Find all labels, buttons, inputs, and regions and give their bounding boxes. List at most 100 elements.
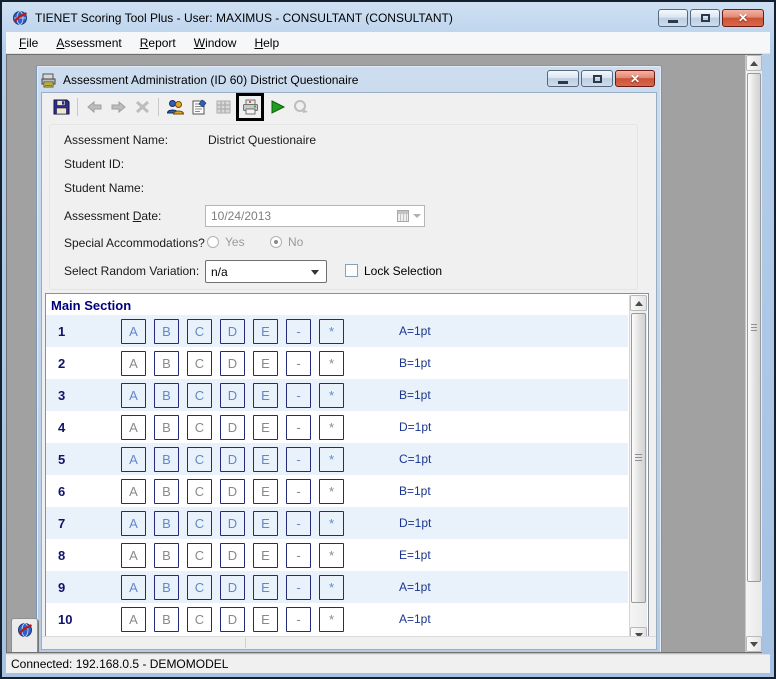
print-button[interactable] — [240, 97, 260, 117]
answer-button-dash[interactable]: - — [286, 383, 311, 408]
answer-button-dash[interactable]: - — [286, 543, 311, 568]
save-button[interactable] — [49, 95, 73, 119]
answer-button-e[interactable]: E — [253, 383, 278, 408]
answer-button-star[interactable]: * — [319, 319, 344, 344]
answer-button-dash[interactable]: - — [286, 479, 311, 504]
answer-button-c[interactable]: C — [187, 415, 212, 440]
answer-button-c[interactable]: C — [187, 543, 212, 568]
answer-button-dash[interactable]: - — [286, 511, 311, 536]
minimize-button[interactable] — [658, 9, 688, 27]
grid-scroll-thumb[interactable] — [631, 313, 646, 603]
answer-button-c[interactable]: C — [187, 607, 212, 632]
answer-button-a[interactable]: A — [121, 479, 146, 504]
mdi-scroll-thumb[interactable] — [747, 73, 761, 582]
accommodation-no-option[interactable]: No — [270, 235, 303, 249]
minimized-window-button[interactable] — [11, 618, 38, 653]
answer-button-dash[interactable]: - — [286, 447, 311, 472]
menu-assessment[interactable]: Assessment — [47, 33, 130, 53]
answer-button-star[interactable]: * — [319, 479, 344, 504]
random-variation-select[interactable]: n/a — [205, 260, 327, 283]
grid-scrollbar[interactable] — [629, 295, 647, 643]
answer-button-b[interactable]: B — [154, 351, 179, 376]
answer-button-a[interactable]: A — [121, 511, 146, 536]
answer-button-star[interactable]: * — [319, 575, 344, 600]
menu-window[interactable]: Window — [185, 33, 246, 53]
child-minimize-button[interactable] — [547, 70, 579, 87]
answer-button-dash[interactable]: - — [286, 319, 311, 344]
delete-button[interactable] — [130, 95, 154, 119]
child-close-button[interactable]: ✕ — [615, 70, 655, 87]
menu-help[interactable]: Help — [245, 33, 288, 53]
forward-button[interactable] — [106, 95, 130, 119]
grid-scroll-up-button[interactable] — [630, 295, 647, 311]
students-button[interactable] — [163, 95, 187, 119]
answer-button-c[interactable]: C — [187, 511, 212, 536]
answer-button-star[interactable]: * — [319, 351, 344, 376]
mdi-scroll-up-button[interactable] — [746, 55, 762, 71]
answer-button-e[interactable]: E — [253, 415, 278, 440]
answer-button-dash[interactable]: - — [286, 607, 311, 632]
answer-button-b[interactable]: B — [154, 511, 179, 536]
answer-button-c[interactable]: C — [187, 351, 212, 376]
maximize-button[interactable] — [690, 9, 720, 27]
answer-button-d[interactable]: D — [220, 479, 245, 504]
answer-button-star[interactable]: * — [319, 415, 344, 440]
menu-file[interactable]: File — [10, 33, 47, 53]
answer-button-b[interactable]: B — [154, 447, 179, 472]
answer-button-d[interactable]: D — [220, 511, 245, 536]
answer-button-a[interactable]: A — [121, 447, 146, 472]
mdi-scroll-down-button[interactable] — [746, 636, 762, 652]
answer-button-a[interactable]: A — [121, 543, 146, 568]
answer-button-e[interactable]: E — [253, 319, 278, 344]
back-button[interactable] — [82, 95, 106, 119]
answer-button-c[interactable]: C — [187, 479, 212, 504]
menu-report[interactable]: Report — [131, 33, 185, 53]
answer-button-b[interactable]: B — [154, 479, 179, 504]
answer-button-a[interactable]: A — [121, 351, 146, 376]
answer-button-c[interactable]: C — [187, 383, 212, 408]
answer-button-c[interactable]: C — [187, 319, 212, 344]
answer-button-a[interactable]: A — [121, 383, 146, 408]
answer-button-d[interactable]: D — [220, 319, 245, 344]
answer-button-b[interactable]: B — [154, 383, 179, 408]
answer-button-c[interactable]: C — [187, 447, 212, 472]
accommodation-yes-option[interactable]: Yes — [207, 235, 245, 249]
answer-button-e[interactable]: E — [253, 543, 278, 568]
answer-button-d[interactable]: D — [220, 607, 245, 632]
answer-button-e[interactable]: E — [253, 575, 278, 600]
answer-button-b[interactable]: B — [154, 575, 179, 600]
mdi-scrollbar[interactable] — [745, 55, 762, 652]
answer-button-d[interactable]: D — [220, 383, 245, 408]
answer-button-dash[interactable]: - — [286, 415, 311, 440]
answer-button-d[interactable]: D — [220, 351, 245, 376]
answer-button-b[interactable]: B — [154, 543, 179, 568]
answer-button-e[interactable]: E — [253, 511, 278, 536]
answer-button-star[interactable]: * — [319, 447, 344, 472]
answer-button-e[interactable]: E — [253, 479, 278, 504]
answer-button-star[interactable]: * — [319, 383, 344, 408]
answer-button-d[interactable]: D — [220, 543, 245, 568]
answer-button-d[interactable]: D — [220, 447, 245, 472]
answer-button-a[interactable]: A — [121, 607, 146, 632]
answer-button-dash[interactable]: - — [286, 575, 311, 600]
submit-button[interactable] — [289, 95, 313, 119]
assessment-date-field[interactable]: 10/24/2013 — [205, 205, 425, 227]
answer-button-star[interactable]: * — [319, 607, 344, 632]
calendar-dropdown-button[interactable] — [387, 208, 421, 224]
answer-button-e[interactable]: E — [253, 447, 278, 472]
answer-button-b[interactable]: B — [154, 415, 179, 440]
answer-button-b[interactable]: B — [154, 607, 179, 632]
answer-button-c[interactable]: C — [187, 575, 212, 600]
answer-button-e[interactable]: E — [253, 607, 278, 632]
score-grid-button[interactable] — [211, 95, 235, 119]
child-restore-button[interactable] — [581, 70, 613, 87]
answer-button-dash[interactable]: - — [286, 351, 311, 376]
answer-button-d[interactable]: D — [220, 575, 245, 600]
close-button[interactable]: ✕ — [722, 9, 764, 27]
answer-button-e[interactable]: E — [253, 351, 278, 376]
answer-button-star[interactable]: * — [319, 511, 344, 536]
answer-button-a[interactable]: A — [121, 415, 146, 440]
run-button[interactable] — [265, 95, 289, 119]
answer-button-a[interactable]: A — [121, 319, 146, 344]
answer-button-b[interactable]: B — [154, 319, 179, 344]
